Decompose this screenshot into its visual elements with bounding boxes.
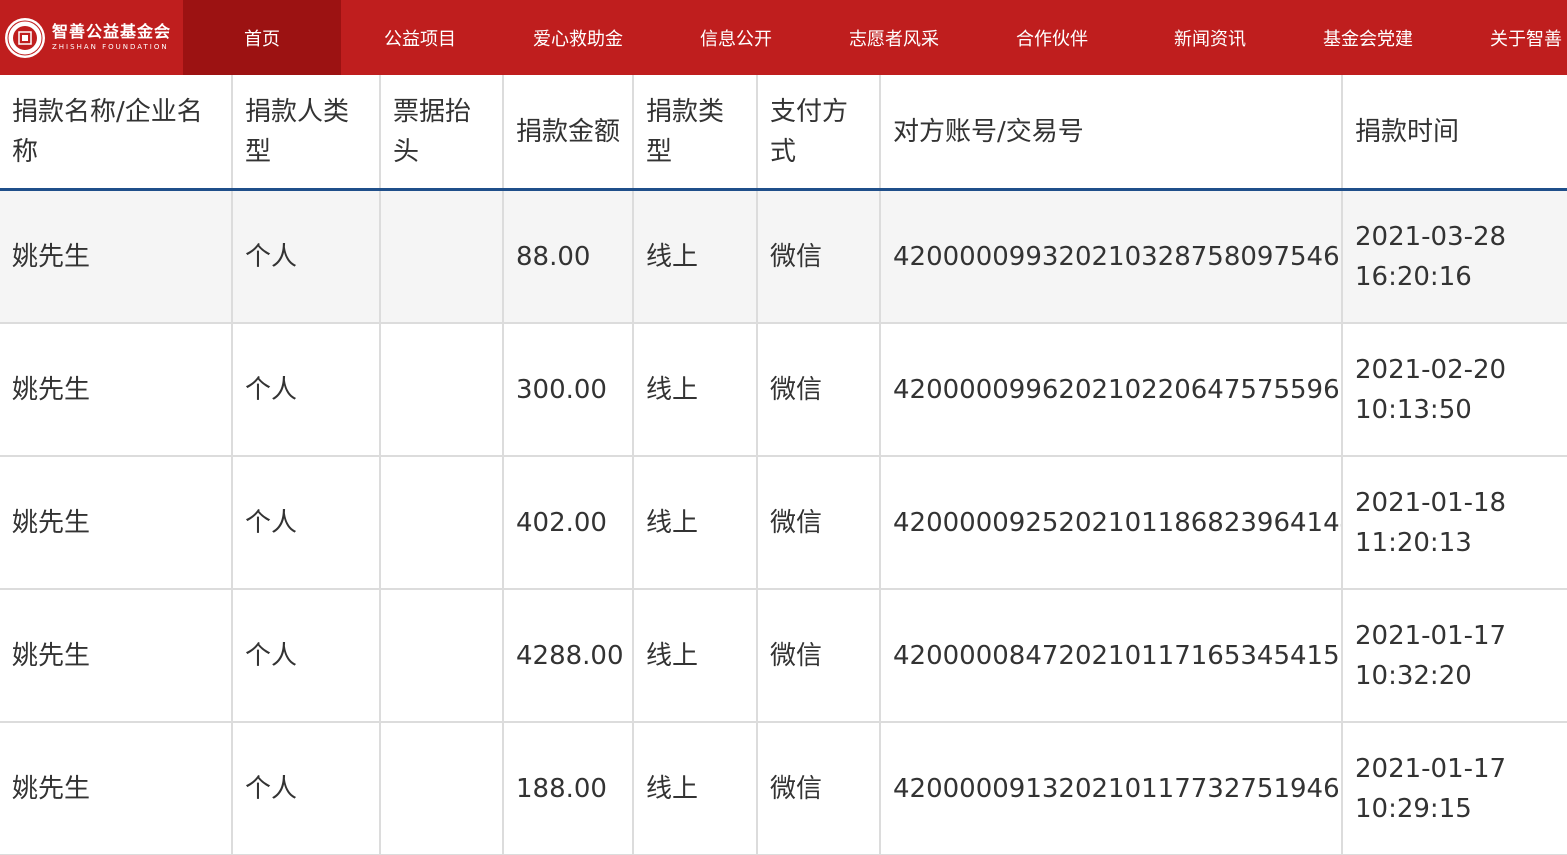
cell-donor-name: 姚先生 <box>0 722 233 855</box>
cell-donation-time: 2021-01-17 10:29:15 <box>1342 722 1567 855</box>
table-row: 姚先生 个人 402.00 线上 微信 42000009252021011868… <box>0 456 1567 590</box>
cell-donor-type: 个人 <box>232 589 381 723</box>
cell-donor-name: 姚先生 <box>0 323 233 457</box>
table-row: 姚先生 个人 88.00 线上 微信 420000099320210328758… <box>0 189 1567 324</box>
cell-invoice-title <box>380 722 504 855</box>
column-header-donor-type: 捐款人类型 <box>232 75 381 191</box>
cell-amount: 4288.00 <box>503 589 634 723</box>
cell-donation-type: 线上 <box>633 722 758 855</box>
cell-donor-type: 个人 <box>232 189 381 324</box>
cell-donor-name: 姚先生 <box>0 589 233 723</box>
column-header-invoice-title: 票据抬头 <box>380 75 504 191</box>
cell-donation-type: 线上 <box>633 323 758 457</box>
cell-payment-method: 微信 <box>757 589 881 723</box>
cell-donation-type: 线上 <box>633 589 758 723</box>
foundation-seal-icon <box>5 17 45 58</box>
site-logo[interactable]: 智善公益基金会 ZHISHAN FOUNDATION <box>0 0 183 75</box>
cell-donation-time: 2021-01-17 10:32:20 <box>1342 589 1567 723</box>
cell-donor-name: 姚先生 <box>0 189 233 324</box>
cell-donation-type: 线上 <box>633 189 758 324</box>
column-header-donation-time: 捐款时间 <box>1342 75 1567 191</box>
cell-donor-type: 个人 <box>232 722 381 855</box>
table-header-row: 捐款名称/企业名称 捐款人类型 票据抬头 捐款金额 捐款类型 支付方式 对方账号… <box>0 75 1567 191</box>
donation-records-table: 捐款名称/企业名称 捐款人类型 票据抬头 捐款金额 捐款类型 支付方式 对方账号… <box>0 75 1567 855</box>
cell-donor-type: 个人 <box>232 456 381 590</box>
cell-amount: 300.00 <box>503 323 634 457</box>
column-header-donor-name: 捐款名称/企业名称 <box>0 75 233 191</box>
cell-transaction-no: 4200000913202101177327519468 <box>880 722 1343 855</box>
cell-invoice-title <box>380 189 504 324</box>
cell-transaction-no: 4200000996202102206475755965 <box>880 323 1343 457</box>
column-header-payment-method: 支付方式 <box>757 75 881 191</box>
nav-item-news[interactable]: 新闻资讯 <box>1131 0 1289 75</box>
logo-english-name: ZHISHAN FOUNDATION <box>52 43 169 51</box>
cell-payment-method: 微信 <box>757 323 881 457</box>
column-header-donation-type: 捐款类型 <box>633 75 758 191</box>
nav-item-volunteers[interactable]: 志愿者风采 <box>815 0 973 75</box>
nav-item-relief-fund[interactable]: 爱心救助金 <box>499 0 657 75</box>
nav-item-home[interactable]: 首页 <box>183 0 341 75</box>
cell-transaction-no: 4200000847202101171653454150 <box>880 589 1343 723</box>
cell-transaction-no: 4200000993202103287580975467 <box>880 189 1343 324</box>
logo-wordmark: 智善公益基金会 ZHISHAN FOUNDATION <box>52 24 171 51</box>
cell-transaction-no: 4200000925202101186823964144 <box>880 456 1343 590</box>
nav-item-charity-projects[interactable]: 公益项目 <box>341 0 499 75</box>
table-row: 姚先生 个人 4288.00 线上 微信 4200000847202101171… <box>0 589 1567 723</box>
column-header-transaction-no: 对方账号/交易号 <box>880 75 1343 191</box>
donation-table-container: 捐款名称/企业名称 捐款人类型 票据抬头 捐款金额 捐款类型 支付方式 对方账号… <box>0 75 1567 855</box>
cell-donation-time: 2021-03-28 16:20:16 <box>1342 189 1567 324</box>
cell-donation-time: 2021-02-20 10:13:50 <box>1342 323 1567 457</box>
cell-donor-name: 姚先生 <box>0 456 233 590</box>
cell-donor-type: 个人 <box>232 323 381 457</box>
cell-amount: 188.00 <box>503 722 634 855</box>
cell-donation-type: 线上 <box>633 456 758 590</box>
cell-invoice-title <box>380 456 504 590</box>
cell-amount: 88.00 <box>503 189 634 324</box>
nav-item-about[interactable]: 关于智善 <box>1447 0 1567 75</box>
top-navbar: 智善公益基金会 ZHISHAN FOUNDATION 首页 公益项目 爱心救助金… <box>0 0 1567 75</box>
table-row: 姚先生 个人 300.00 线上 微信 42000009962021022064… <box>0 323 1567 457</box>
logo-chinese-name: 智善公益基金会 <box>52 22 172 41</box>
column-header-amount: 捐款金额 <box>503 75 634 191</box>
cell-invoice-title <box>380 323 504 457</box>
cell-payment-method: 微信 <box>757 722 881 855</box>
nav-item-information-disclosure[interactable]: 信息公开 <box>657 0 815 75</box>
nav-item-partners[interactable]: 合作伙伴 <box>973 0 1131 75</box>
table-row: 姚先生 个人 188.00 线上 微信 42000009132021011773… <box>0 722 1567 855</box>
cell-payment-method: 微信 <box>757 189 881 324</box>
cell-invoice-title <box>380 589 504 723</box>
cell-donation-time: 2021-01-18 11:20:13 <box>1342 456 1567 590</box>
cell-payment-method: 微信 <box>757 456 881 590</box>
nav-item-party-building[interactable]: 基金会党建 <box>1289 0 1447 75</box>
cell-amount: 402.00 <box>503 456 634 590</box>
